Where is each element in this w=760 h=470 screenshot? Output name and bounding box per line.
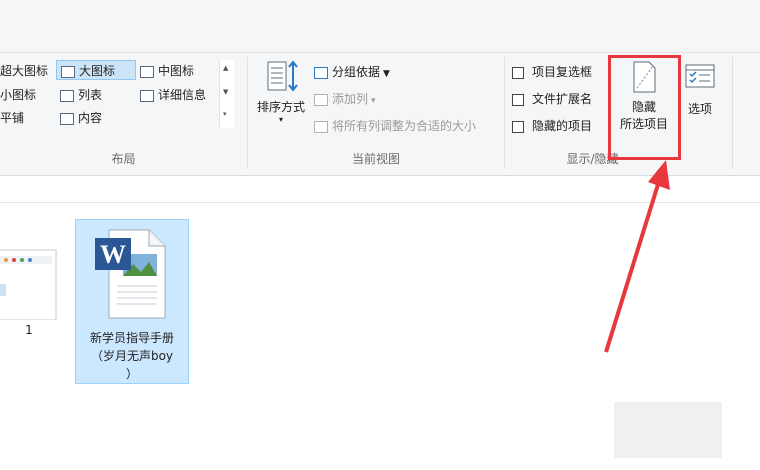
watermark-blur (614, 402, 722, 458)
annotation-arrow-icon (604, 160, 670, 353)
